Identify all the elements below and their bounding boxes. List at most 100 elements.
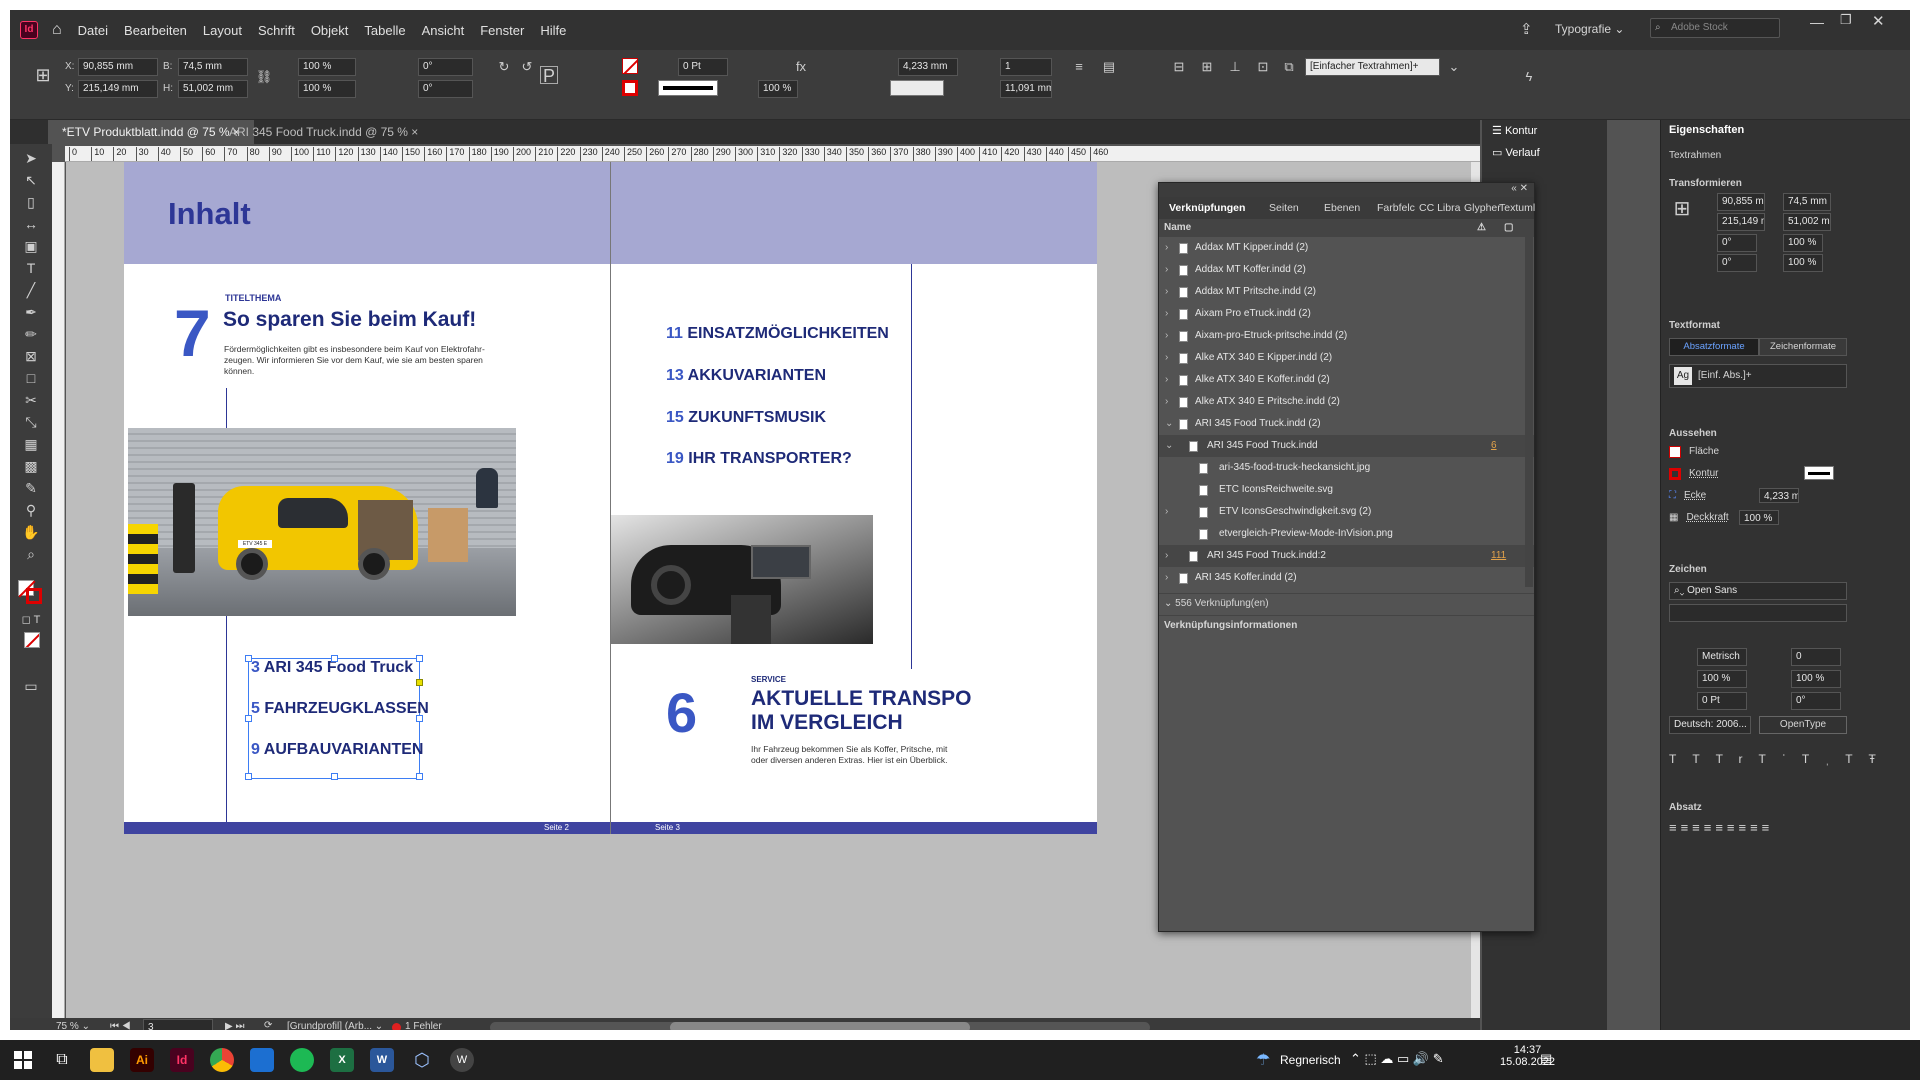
- dock-panel-kontur[interactable]: ☰ Kontur: [1492, 124, 1537, 137]
- fill-row[interactable]: Fläche: [1669, 446, 1719, 458]
- link-row[interactable]: › ETV IconsGeschwindigkeit.svg (2): [1159, 501, 1534, 523]
- share-icon[interactable]: ⇪: [1520, 20, 1533, 38]
- resize-handle[interactable]: [245, 715, 252, 722]
- object-style-icon[interactable]: ⧉: [1280, 58, 1298, 76]
- resize-handle[interactable]: [416, 655, 423, 662]
- expand-icon[interactable]: ›: [1165, 259, 1168, 281]
- panel-titlebar[interactable]: « ✕: [1159, 183, 1534, 197]
- menu-fenster[interactable]: Fenster: [480, 23, 524, 38]
- tab-glyphen[interactable]: Glypher: [1464, 197, 1501, 219]
- resize-handle[interactable]: [245, 655, 252, 662]
- fx-icon[interactable]: fx: [792, 58, 810, 76]
- horizontal-scale-field[interactable]: 100 %: [1791, 670, 1841, 688]
- dock-panel-verlauf[interactable]: ▭ Verlauf: [1492, 146, 1540, 159]
- tab-ari-345[interactable]: ARI 345 Food Truck.indd @ 75 % ×: [215, 120, 432, 144]
- rotate-ccw-icon[interactable]: ↺: [518, 58, 536, 76]
- link-row[interactable]: › Addax MT Kipper.indd (2): [1159, 237, 1534, 259]
- corner-row[interactable]: ⛶Ecke4,233 mm: [1669, 488, 1849, 503]
- resize-handle[interactable]: [416, 715, 423, 722]
- link-row[interactable]: ⌄ ARI 345 Food Truck.indd 6: [1159, 435, 1534, 457]
- alignment-buttons[interactable]: ≡≡≡≡≡≡≡≡≡: [1669, 820, 1773, 835]
- screen-mode-icon[interactable]: ▭: [21, 676, 41, 696]
- link-info-header[interactable]: Verknüpfungsinformationen: [1159, 615, 1534, 635]
- interior-photo[interactable]: [611, 515, 873, 644]
- stroke-weight-field[interactable]: 0 Pt: [678, 58, 728, 76]
- preflight-profile-select[interactable]: [Grundprofil] (Arb... ⌄: [287, 1021, 383, 1030]
- prop-h-field[interactable]: 51,002 mm: [1783, 213, 1831, 231]
- direct-selection-tool-icon[interactable]: ↖: [21, 170, 41, 190]
- illustrator-icon[interactable]: Ai: [130, 1048, 154, 1072]
- menu-tabelle[interactable]: Tabelle: [364, 23, 405, 38]
- prop-scale-x-field[interactable]: 100 %: [1783, 234, 1823, 252]
- link-row[interactable]: › Aixam Pro eTruck.indd (2): [1159, 303, 1534, 325]
- expand-icon[interactable]: ›: [1165, 303, 1168, 325]
- pencil-tool-icon[interactable]: ✏: [21, 324, 41, 344]
- selection-tool-icon[interactable]: ➤: [21, 148, 41, 168]
- link-row[interactable]: › Alke ATX 340 E Koffer.indd (2): [1159, 369, 1534, 391]
- page-right[interactable]: 11 EINSATZMÖGLICHKEITEN 13 AKKUVARIANTEN…: [611, 162, 1097, 834]
- prop-y-field[interactable]: 215,149 mm: [1717, 213, 1765, 231]
- content-collector-icon[interactable]: ▣: [21, 236, 41, 256]
- link-row[interactable]: ⌄ ARI 345 Food Truck.indd (2): [1159, 413, 1534, 435]
- expand-icon[interactable]: ›: [1165, 237, 1168, 259]
- warning-icon[interactable]: ⚠: [1477, 219, 1486, 237]
- weather-text[interactable]: Regnerisch: [1280, 1053, 1341, 1067]
- home-icon[interactable]: ⌂: [52, 21, 62, 39]
- refresh-icon[interactable]: ⟳: [264, 1020, 272, 1030]
- task-view-icon[interactable]: ⧉: [50, 1048, 74, 1072]
- zoom-select[interactable]: 75 % ⌄: [56, 1021, 90, 1030]
- resize-handle[interactable]: [331, 655, 338, 662]
- lightning-icon[interactable]: ϟ: [1520, 68, 1538, 86]
- expand-icon[interactable]: ›: [1165, 369, 1168, 391]
- apply-none-icon[interactable]: [24, 632, 40, 648]
- rotate-cw-icon[interactable]: ↻: [495, 58, 513, 76]
- stroke-style-select[interactable]: [1804, 466, 1834, 480]
- reference-point-icon[interactable]: ⊞: [34, 66, 52, 84]
- tab-textumfluss[interactable]: Textuml: [1499, 197, 1535, 219]
- line-tool-icon[interactable]: ╱: [21, 280, 41, 300]
- free-transform-tool-icon[interactable]: ⤡: [21, 412, 41, 432]
- link-row[interactable]: etvergleich-Preview-Mode-InVision.png: [1159, 523, 1534, 545]
- align-bottom-icon[interactable]: ⊥: [1226, 58, 1244, 76]
- workspace-switcher[interactable]: Typografie ⌄: [1555, 22, 1624, 36]
- spotify-icon[interactable]: [290, 1048, 314, 1072]
- reference-point-icon[interactable]: ⊞: [1673, 199, 1691, 219]
- link-row[interactable]: ari-345-food-truck-heckansicht.jpg: [1159, 457, 1534, 479]
- menu-ansicht[interactable]: Ansicht: [422, 23, 465, 38]
- page-tool-icon[interactable]: ▯: [21, 192, 41, 212]
- links-panel[interactable]: « ✕ Verknüpfungen Seiten Ebenen Farbfelc…: [1158, 182, 1535, 932]
- app-w-icon[interactable]: W: [450, 1048, 474, 1072]
- link-row[interactable]: › Aixam-pro-Etruck-pritsche.indd (2): [1159, 325, 1534, 347]
- eyedropper-tool-icon[interactable]: ⚲: [21, 500, 41, 520]
- zoom-tool-icon[interactable]: ⌕: [21, 544, 41, 564]
- link-row[interactable]: › Addax MT Koffer.indd (2): [1159, 259, 1534, 281]
- paragraph-style-select[interactable]: Ag [Einf. Abs.]+: [1669, 364, 1847, 388]
- tray-icons[interactable]: ⌃ ⬚ ☁ ▭ 🔊 ✎: [1350, 1051, 1444, 1067]
- rect-frame-tool-icon[interactable]: ⊠: [21, 346, 41, 366]
- next-page-button[interactable]: ▶ ⏭: [225, 1021, 244, 1030]
- language-select[interactable]: Deutsch: 2006...: [1669, 716, 1751, 734]
- corner-options-handle[interactable]: [416, 679, 423, 686]
- menu-schrift[interactable]: Schrift: [258, 23, 295, 38]
- stroke-row[interactable]: Kontur: [1669, 466, 1849, 480]
- windows-start-icon[interactable]: [14, 1051, 32, 1069]
- stroke-swatch[interactable]: [622, 80, 638, 96]
- page-icon[interactable]: ▢: [1504, 219, 1513, 237]
- skew-field[interactable]: 0°: [1791, 692, 1841, 710]
- package-icon[interactable]: ⬡: [410, 1048, 434, 1072]
- tab-verknuepfungen[interactable]: Verknüpfungen: [1169, 197, 1245, 219]
- note-tool-icon[interactable]: ✎: [21, 478, 41, 498]
- tab-eigenschaften[interactable]: Eigenschaften: [1669, 124, 1744, 136]
- align-top-icon[interactable]: ▤: [1100, 58, 1118, 76]
- expand-icon[interactable]: ›: [1165, 347, 1168, 369]
- link-row[interactable]: › Alke ATX 340 E Pritsche.indd (2): [1159, 391, 1534, 413]
- baseline-shift-field[interactable]: 0 Pt: [1697, 692, 1747, 710]
- tab-cc-libraries[interactable]: CC Libra: [1419, 197, 1460, 219]
- links-scrollbar[interactable]: [1525, 237, 1533, 587]
- word-icon[interactable]: W: [370, 1048, 394, 1072]
- corner-shape-select[interactable]: [890, 80, 944, 96]
- type-tool-icon[interactable]: T: [21, 258, 41, 278]
- tab-farbfelder[interactable]: Farbfelc: [1377, 197, 1415, 219]
- expand-icon[interactable]: ›: [1165, 567, 1168, 589]
- tab-ebenen[interactable]: Ebenen: [1324, 197, 1360, 219]
